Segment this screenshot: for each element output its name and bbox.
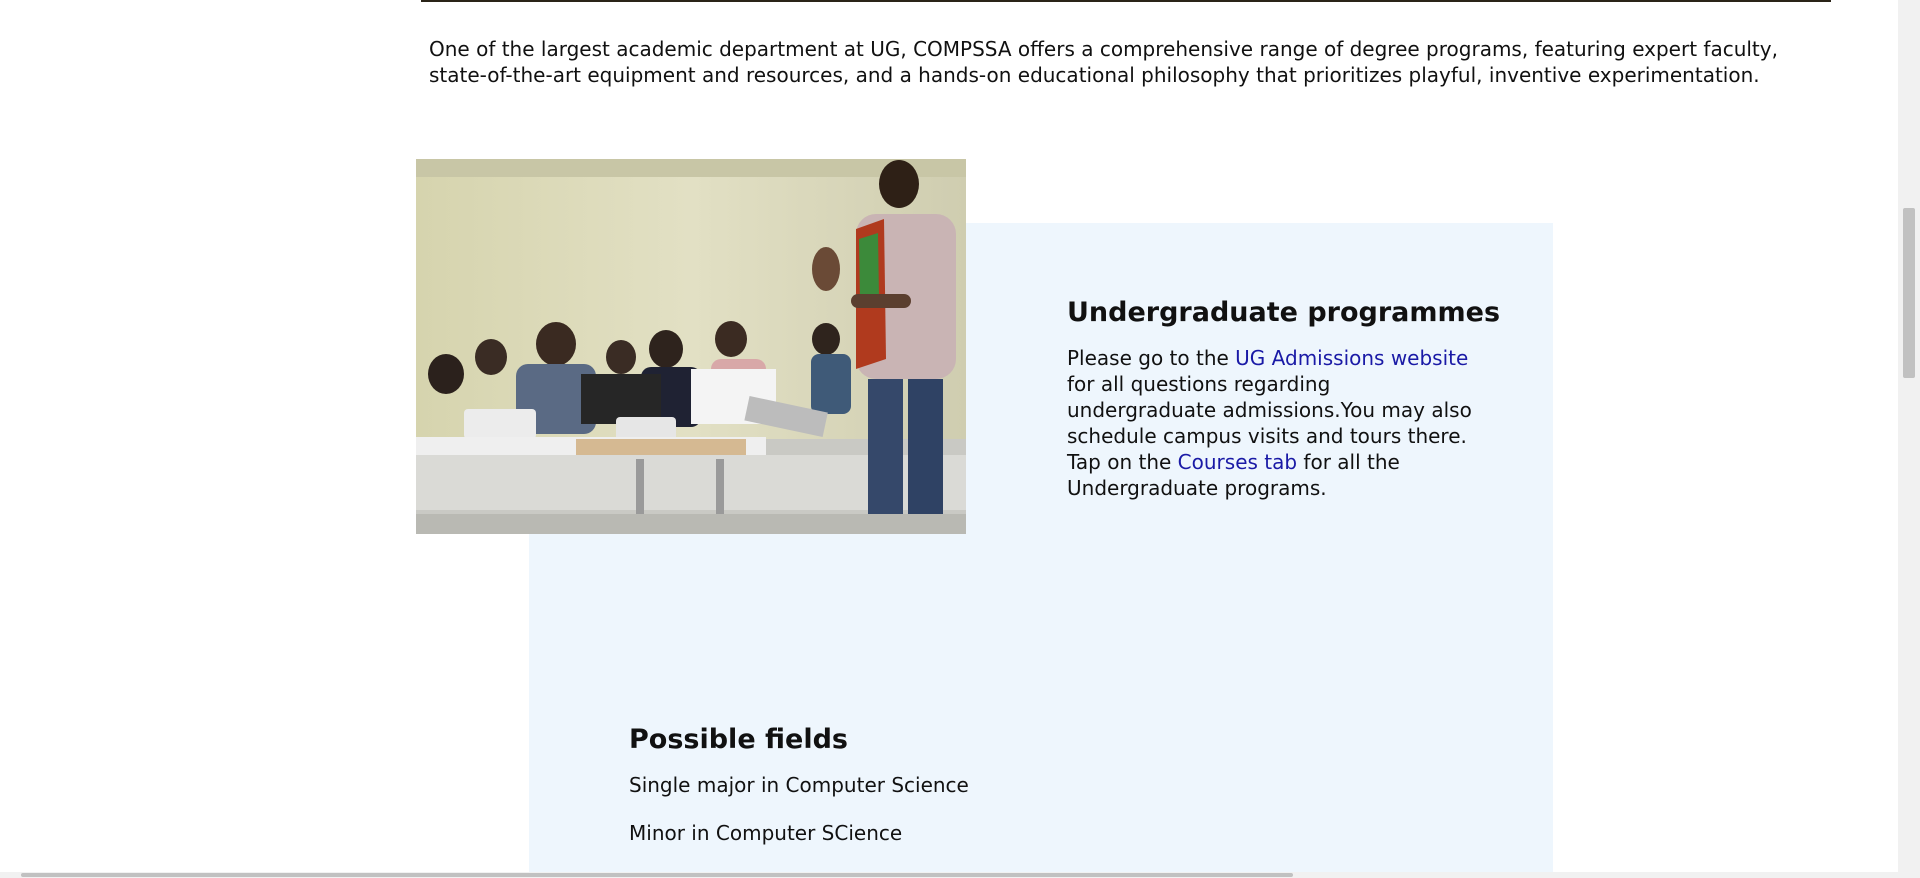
vertical-scrollbar-thumb[interactable] [1903, 208, 1915, 378]
undergraduate-description: Please go to the UG Admissions website f… [1067, 345, 1477, 501]
list-item: Single major in Computer Science [629, 773, 969, 797]
vertical-scrollbar[interactable] [1898, 0, 1920, 878]
ug-text-before-courses-link: Tap on the [1067, 450, 1178, 474]
horizontal-scrollbar[interactable] [0, 872, 1898, 878]
possible-fields-list: Single major in Computer Science Minor i… [629, 772, 1329, 868]
horizontal-scrollbar-thumb[interactable] [21, 873, 1293, 877]
undergraduate-section: Undergraduate programmes Please go to th… [1067, 295, 1501, 501]
courses-tab-link[interactable]: Courses tab [1178, 450, 1297, 474]
list-item: Minor in Computer SCience [629, 821, 903, 845]
possible-fields-section: Possible fields Single major in Computer… [629, 722, 1329, 868]
ug-text-after-admissions-link: for all questions regarding undergraduat… [1067, 372, 1472, 448]
top-divider [421, 0, 1831, 2]
intro-paragraph: One of the largest academic department a… [429, 37, 1778, 87]
ug-text-before-admissions-link: Please go to the [1067, 346, 1236, 370]
ug-admissions-link[interactable]: UG Admissions website [1235, 346, 1468, 370]
classroom-photo [416, 159, 966, 534]
undergraduate-heading: Undergraduate programmes [1067, 297, 1501, 328]
possible-fields-heading: Possible fields [629, 724, 849, 755]
